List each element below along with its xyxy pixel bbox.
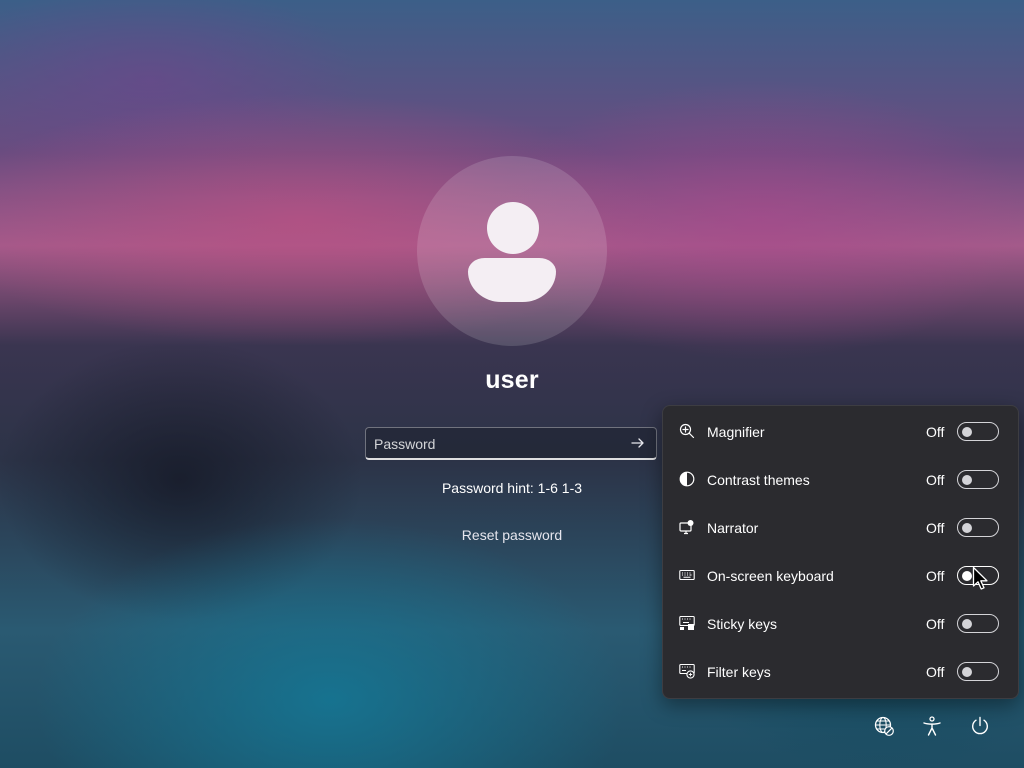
avatar-body [468, 258, 556, 302]
narrator-toggle[interactable] [957, 518, 999, 537]
accessibility-item-on-screen-keyboard[interactable]: On-screen keyboard Off [663, 551, 1018, 599]
mouse-cursor-icon [972, 566, 988, 590]
on-screen-keyboard-label: On-screen keyboard [707, 568, 834, 584]
keyboard-icon [679, 569, 695, 581]
sticky-keys-icon [679, 615, 695, 630]
filter-keys-icon [679, 663, 695, 679]
toggle-knob [962, 426, 972, 437]
toggle-knob [962, 474, 972, 485]
magnifier-toggle[interactable] [957, 422, 999, 441]
filter-keys-state: Off [926, 664, 945, 680]
narrator-label: Narrator [707, 520, 759, 536]
username-label: user [485, 366, 539, 394]
narrator-state: Off [926, 520, 945, 536]
submit-arrow-icon[interactable] [630, 435, 646, 451]
contrast-themes-label: Contrast themes [707, 472, 810, 488]
sticky-keys-state: Off [926, 616, 945, 632]
contrast-themes-toggle[interactable] [957, 470, 999, 489]
power-icon[interactable] [969, 715, 991, 737]
sticky-keys-label: Sticky keys [707, 616, 778, 632]
accessibility-icon[interactable] [921, 715, 943, 737]
sticky-keys-toggle[interactable] [957, 614, 999, 633]
toggle-knob [962, 618, 972, 629]
toggle-knob [962, 522, 972, 533]
magnifier-state: Off [926, 424, 945, 440]
password-input[interactable] [366, 428, 626, 460]
contrast-icon [679, 471, 695, 487]
accessibility-item-sticky-keys[interactable]: Sticky keys Off [663, 599, 1018, 647]
on-screen-keyboard-state: Off [926, 568, 945, 584]
accessibility-item-contrast-themes[interactable]: Contrast themes Off [663, 455, 1018, 503]
avatar-head [487, 202, 539, 254]
contrast-themes-state: Off [926, 472, 945, 488]
accessibility-flyout: Magnifier Off Contrast themes Off Narrat… [662, 405, 1019, 699]
filter-keys-toggle[interactable] [957, 662, 999, 681]
accessibility-item-filter-keys[interactable]: Filter keys Off [663, 647, 1018, 695]
toggle-knob [962, 570, 972, 581]
accessibility-item-narrator[interactable]: Narrator Off [663, 503, 1018, 551]
password-field-container[interactable] [365, 427, 657, 460]
narrator-icon [679, 520, 694, 535]
user-avatar [417, 156, 607, 346]
magnifier-label: Magnifier [707, 424, 765, 440]
toggle-knob [962, 666, 972, 677]
network-icon[interactable] [873, 715, 895, 737]
accessibility-item-magnifier[interactable]: Magnifier Off [663, 407, 1018, 455]
magnifier-icon [679, 423, 695, 439]
filter-keys-label: Filter keys [707, 664, 771, 680]
